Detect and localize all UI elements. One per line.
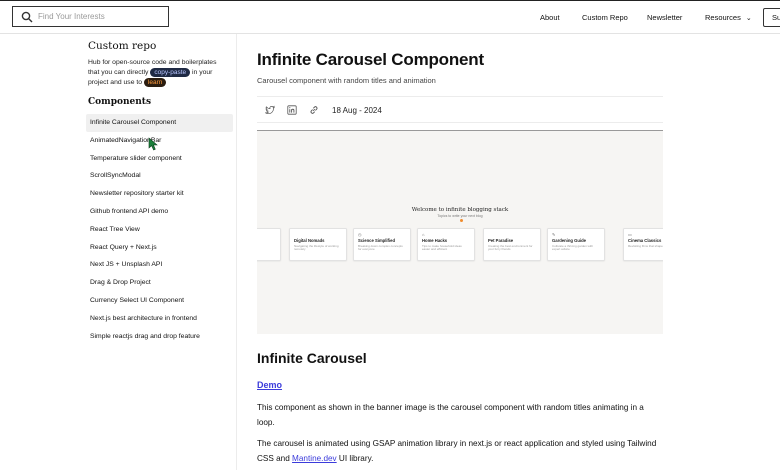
card-title: Pet Paradise <box>488 238 514 243</box>
sidebar-item[interactable]: Next JS + Unsplash API <box>86 256 233 274</box>
sidebar-item[interactable]: ScrollSyncModal <box>86 167 233 185</box>
sidebar-description: Hub for open-source code and boilerplate… <box>88 58 228 88</box>
paragraph-2-tail: UI library. <box>336 454 374 463</box>
card-description: Cultivate a thriving garden with expert … <box>552 243 594 252</box>
copy-paste-chip: copy-paste <box>150 68 191 77</box>
top-header: About Custom Repo Newsletter Resources⌄ … <box>0 0 780 34</box>
nav-newsletter[interactable]: Newsletter <box>647 13 682 22</box>
carousel-card: ◷ Science Simplified Breaking down complex… <box>353 228 411 261</box>
card-icon: ✎ <box>552 232 556 237</box>
card-icon <box>294 232 342 237</box>
subscribe-button[interactable]: Su <box>763 8 780 27</box>
divider <box>257 122 663 123</box>
sidebar-item[interactable]: Infinite Carousel Component <box>86 114 233 132</box>
search-icon <box>21 11 33 22</box>
paragraph-2: The carousel is animated using GSAP anim… <box>257 436 657 466</box>
nav-resources-label: Resources <box>705 13 741 22</box>
card-icon <box>488 232 536 237</box>
twitter-icon[interactable] <box>265 105 275 115</box>
banner-image: Welcome to infinite blogging stack Topic… <box>257 130 663 334</box>
card-description: nation data <box>257 245 276 249</box>
card-title: Cinema Classics <box>628 238 662 243</box>
mouse-cursor-icon <box>148 137 158 151</box>
sidebar-title: Custom repo <box>88 40 157 52</box>
card-icon: ⌂ <box>422 232 425 237</box>
banner-heading: Welcome to infinite blogging stack <box>411 207 509 213</box>
demo-link[interactable]: Demo <box>257 380 282 390</box>
components-heading: Components <box>88 97 152 107</box>
sidebar-item[interactable]: Drag & Drop Project <box>86 274 233 292</box>
publish-date: 18 Aug - 2024 <box>332 105 382 115</box>
sidebar-item[interactable]: Simple reactjs drag and drop feature <box>86 328 233 346</box>
card-title: Gardening Guide <box>552 238 586 243</box>
card-title: Science Simplified <box>358 238 396 243</box>
card-description: Breaking down complex concepts for every… <box>358 243 403 252</box>
nav-resources[interactable]: Resources ⌄ <box>705 13 752 22</box>
sidebar-item[interactable]: Newsletter repository starter kit <box>86 185 233 203</box>
search-box[interactable] <box>12 6 169 27</box>
section-heading: Infinite Carousel <box>257 350 367 366</box>
sidebar-item[interactable]: Next.js best architecture in frontend <box>86 310 233 328</box>
search-input[interactable] <box>38 12 158 21</box>
sidebar-item[interactable]: React Tree View <box>86 221 233 239</box>
card-icon: ◷ <box>358 232 362 237</box>
chevron-down-icon: ⌄ <box>745 15 752 22</box>
linkedin-icon[interactable] <box>287 105 297 115</box>
link-icon[interactable] <box>309 105 319 115</box>
sidebar-item[interactable]: Github frontend API demo <box>86 203 233 221</box>
carousel-card: ard nation data <box>257 228 281 261</box>
banner-subheading: Topics to write your next blog <box>437 214 483 218</box>
carousel-card: Digital Nomads Navigating the lifestyle o… <box>289 228 347 261</box>
carousel-card: ▭ Cinema Classics Revisiting films that sh… <box>623 228 663 261</box>
card-description: Revisiting films that shaped cinema <box>628 243 663 248</box>
sidebar-item[interactable]: React Query + Next.js <box>86 239 233 257</box>
learn-chip: learn <box>143 78 167 87</box>
nav-about[interactable]: About <box>540 13 560 22</box>
card-description: Tips to make household ideas easier and … <box>422 243 462 252</box>
card-description: Navigating the lifestyle of working remo… <box>294 243 339 252</box>
sidebar-item[interactable]: Temperature slider component <box>86 150 233 168</box>
carousel-card: Pet Paradise Creating the best environmen… <box>483 228 541 261</box>
card-title: Home Hacks <box>422 238 448 243</box>
page-title: Infinite Carousel Component <box>257 50 484 69</box>
share-bar: 18 Aug - 2024 <box>265 103 382 117</box>
card-description: Creating the best environment for your f… <box>488 243 533 252</box>
carousel-card: ⌂ Home Hacks Tips to make household ideas … <box>417 228 475 261</box>
paragraph-1: This component as shown in the banner im… <box>257 403 644 427</box>
card-icon <box>257 232 276 237</box>
banner-dot <box>460 219 463 222</box>
carousel-card: ✎ Gardening Guide Cultivate a thriving gar… <box>547 228 605 261</box>
page-subtitle: Carousel component with random titles an… <box>257 76 436 85</box>
divider <box>257 96 663 97</box>
sidebar-item[interactable]: Currency Select UI Component <box>86 292 233 310</box>
card-icon: ▭ <box>628 232 632 237</box>
card-title: ard <box>257 238 276 243</box>
nav-custom-repo[interactable]: Custom Repo <box>582 13 628 22</box>
mantine-link[interactable]: Mantine.dev <box>292 454 337 463</box>
card-title: Digital Nomads <box>294 238 325 243</box>
